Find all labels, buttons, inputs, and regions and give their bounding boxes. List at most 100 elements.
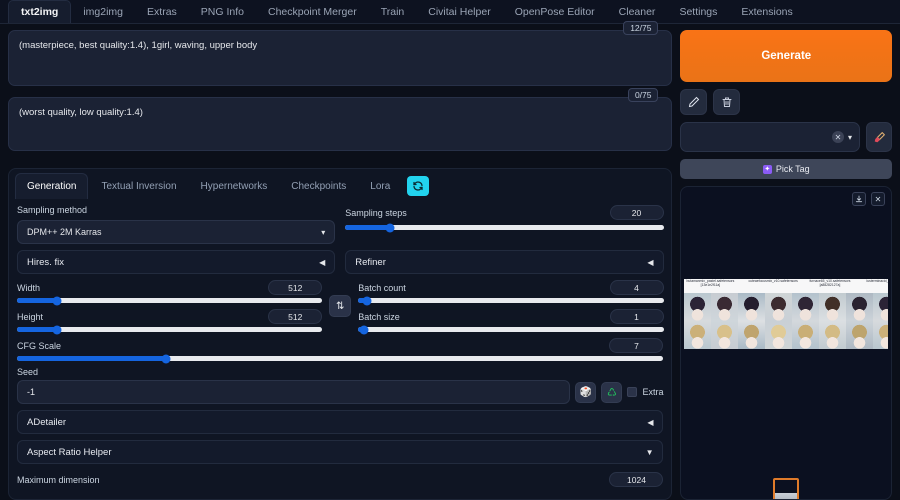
width-slider[interactable] <box>17 296 323 305</box>
tab-checkpoints[interactable]: Checkpoints <box>280 174 357 199</box>
slider-knob[interactable] <box>161 354 171 363</box>
download-icon[interactable] <box>852 192 866 206</box>
generated-image-strip[interactable]: butamanmix_pastel.safetensors [13e1e2f11a… <box>684 279 888 349</box>
batch-count-value[interactable]: 4 <box>609 280 664 295</box>
thumbnail-image <box>792 321 820 349</box>
model-label: cuteaefocusmix_v10.safetensors <box>748 279 798 283</box>
dice-icon[interactable]: 🎲 <box>575 381 597 403</box>
selected-thumbnail[interactable] <box>773 478 800 499</box>
adetailer-accordion[interactable]: ADetailer ◀ <box>17 410 664 434</box>
close-icon[interactable]: ✕ <box>871 192 885 206</box>
tab-lora[interactable]: Lora <box>359 174 401 199</box>
gallery-thumbnail[interactable] <box>684 293 712 349</box>
gallery-thumbnail[interactable] <box>738 293 766 349</box>
hires-fix-label: Hires. fix <box>27 256 64 268</box>
slider-knob[interactable] <box>359 325 369 334</box>
brush-icon[interactable] <box>866 122 892 152</box>
sampling-method-select[interactable]: DPM++ 2M Karras ▾ <box>17 220 336 244</box>
gallery-thumbnail[interactable] <box>819 293 847 349</box>
styles-dropdown[interactable]: ✕ ▾ <box>680 122 860 152</box>
height-group: Height 512 <box>17 309 323 334</box>
chevron-down-icon: ▾ <box>321 227 326 237</box>
pen-icon[interactable] <box>680 89 708 115</box>
seed-row: 🎲 ♺ Extra <box>17 380 663 404</box>
styles-row: ✕ ▾ <box>680 122 892 152</box>
cfg-scale-group: CFG Scale 7 <box>17 338 664 363</box>
slider-knob[interactable] <box>362 296 372 305</box>
slider-fill <box>17 298 57 303</box>
batch-size-value[interactable]: 1 <box>609 309 664 324</box>
batch-count-slider[interactable] <box>358 296 664 305</box>
trash-icon[interactable] <box>713 89 741 115</box>
sampling-steps-slider[interactable] <box>345 223 664 232</box>
batch-size-label: Batch size <box>358 311 400 322</box>
aspect-ratio-helper-accordion[interactable]: Aspect Ratio Helper ▼ <box>17 440 664 464</box>
positive-prompt-input[interactable]: (masterpiece, best quality:1.4), 1girl, … <box>8 30 673 86</box>
seed-input[interactable] <box>17 380 571 404</box>
pick-tag-button[interactable]: ✦ Pick Tag <box>680 159 892 179</box>
thumbnail-row[interactable] <box>684 293 888 349</box>
chevron-down-icon: ▾ <box>847 132 852 142</box>
tab-openpose-editor[interactable]: OpenPose Editor <box>503 0 607 23</box>
extra-checkbox[interactable] <box>627 387 638 397</box>
right-column: Generate ✕ ▾ ✦ Pick Tag ✕ butamanmix_pas… <box>680 30 892 500</box>
batch-size-slider[interactable] <box>358 325 664 334</box>
slider-fill <box>345 225 390 230</box>
swap-dimensions-icon[interactable]: ⇅ <box>329 295 352 317</box>
tab-txt2img[interactable]: txt2img <box>8 0 72 23</box>
tab-settings[interactable]: Settings <box>667 0 729 23</box>
cfg-top: CFG Scale 7 <box>17 338 664 353</box>
tab-checkpoint-merger[interactable]: Checkpoint Merger <box>256 0 369 23</box>
tab-train[interactable]: Train <box>369 0 417 23</box>
tab-label: Settings <box>679 5 718 18</box>
tab-extras[interactable]: Extras <box>135 0 189 23</box>
gallery-thumbnail[interactable] <box>792 293 820 349</box>
gallery-thumbnail[interactable] <box>846 293 874 349</box>
tab-hypernetworks[interactable]: Hypernetworks <box>190 174 279 199</box>
cfg-scale-value[interactable]: 7 <box>609 338 664 353</box>
cfg-scale-slider[interactable] <box>17 354 664 363</box>
gallery-thumbnail[interactable] <box>873 293 888 349</box>
gallery-thumbnail[interactable] <box>711 293 739 349</box>
seed-group: Seed 🎲 ♺ Extra <box>17 367 663 404</box>
clear-x-icon[interactable]: ✕ <box>831 131 844 143</box>
thumbnail-image <box>819 293 847 321</box>
thumbnail-image <box>765 321 793 349</box>
sampling-steps-value[interactable]: 20 <box>609 205 664 220</box>
negative-prompt-input[interactable]: (worst quality, low quality:1.4) <box>8 97 673 151</box>
gallery-thumbnail[interactable] <box>765 293 793 349</box>
slider-knob[interactable] <box>385 223 395 232</box>
generate-button[interactable]: Generate <box>680 30 892 82</box>
seed-label: Seed <box>17 367 39 377</box>
tab-png-info[interactable]: PNG Info <box>189 0 256 23</box>
hires-fix-accordion[interactable]: Hires. fix ◀ <box>17 250 336 274</box>
tab-extensions[interactable]: Extensions <box>729 0 804 23</box>
slider-knob[interactable] <box>52 325 62 334</box>
sampling-steps-group: Sampling steps 20 <box>345 205 664 244</box>
sampling-steps-top: Sampling steps 20 <box>345 205 664 220</box>
refresh-icon[interactable] <box>407 176 430 196</box>
thumbnail-image <box>792 293 820 321</box>
height-value[interactable]: 512 <box>268 309 323 324</box>
image-gallery[interactable]: ✕ butamanmix_pastel.safetensors [13e1e2f1… <box>680 186 892 500</box>
cfg-scale-label: CFG Scale <box>17 340 62 351</box>
refiner-accordion[interactable]: Refiner ◀ <box>345 250 664 274</box>
tab-cleaner[interactable]: Cleaner <box>607 0 668 23</box>
tab-label: Hypernetworks <box>200 180 268 192</box>
width-group: Width 512 <box>17 280 323 305</box>
max-dimension-value[interactable]: 1024 <box>609 472 664 487</box>
recycle-icon[interactable]: ♺ <box>601 381 623 403</box>
width-value[interactable]: 512 <box>268 280 323 295</box>
slider-knob[interactable] <box>52 296 62 305</box>
tab-textual-inversion[interactable]: Textual Inversion <box>90 174 187 199</box>
tab-label: Train <box>380 5 405 18</box>
batch-size-group: Batch size 1 <box>358 309 664 334</box>
batch-count-label: Batch count <box>358 282 406 293</box>
tab-img2img[interactable]: img2img <box>71 0 135 23</box>
tab-label: Extras <box>147 5 177 18</box>
tab-civitai-helper[interactable]: Civitai Helper <box>416 0 502 23</box>
tab-generation[interactable]: Generation <box>15 173 89 199</box>
height-slider[interactable] <box>17 325 323 334</box>
left-column: 12/75 (masterpiece, best quality:1.4), 1… <box>8 21 673 500</box>
max-dimension-label: Maximum dimension <box>17 474 100 485</box>
